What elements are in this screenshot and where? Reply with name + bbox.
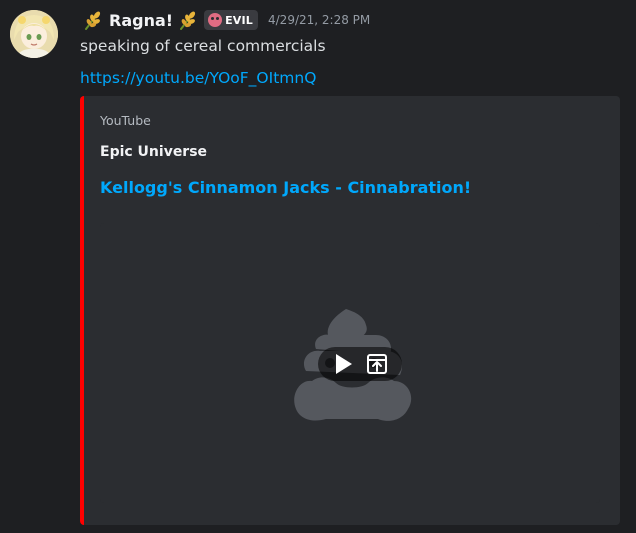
message-header: Ragna! EVIL 4/29/21, 2:28 PM: [82, 6, 370, 34]
skull-icon: [208, 13, 223, 27]
wheat-icon: [177, 9, 199, 31]
message-content: speaking of cereal commercials: [80, 37, 326, 55]
username[interactable]: Ragna!: [109, 11, 173, 30]
wheat-icon: [82, 9, 104, 31]
role-badge[interactable]: EVIL: [204, 10, 258, 30]
embed-author[interactable]: Epic Universe: [100, 144, 207, 160]
video-controls: [318, 347, 402, 381]
open-external-icon[interactable]: [365, 352, 389, 376]
message-timestamp: 4/29/21, 2:28 PM: [268, 13, 371, 27]
link-embed: YouTube Epic Universe Kellogg's Cinnamon…: [80, 96, 620, 525]
embed-title[interactable]: Kellogg's Cinnamon Jacks - Cinnabration!: [100, 178, 471, 197]
role-badge-label: EVIL: [225, 13, 253, 27]
user-avatar[interactable]: [10, 10, 58, 58]
play-icon[interactable]: [331, 352, 355, 376]
embed-provider[interactable]: YouTube: [100, 113, 151, 128]
video-player[interactable]: [100, 223, 600, 503]
message-link[interactable]: https://youtu.be/YOoF_OItmnQ: [80, 69, 316, 87]
